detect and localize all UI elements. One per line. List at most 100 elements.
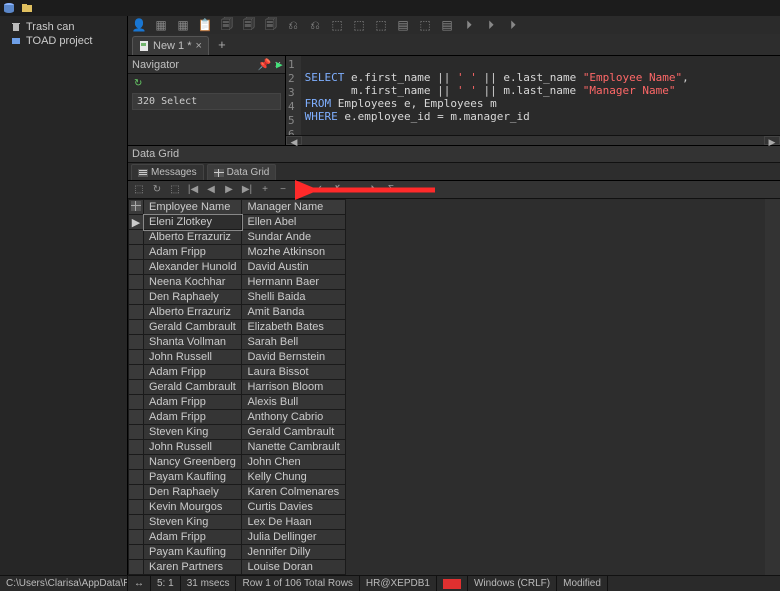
grid-cell[interactable]: Gerald Cambrault (144, 380, 242, 395)
editor-toolbtn-4[interactable]: 🗐 (218, 17, 236, 33)
table-row[interactable]: Neena KochharHermann Baer (129, 275, 346, 290)
grid-cell[interactable]: Nanette Cambrault (242, 440, 345, 455)
editor-toolbtn-7[interactable]: ⎌ (284, 17, 302, 33)
grid-cell[interactable]: David Bernstein (242, 350, 345, 365)
editor-toolbtn-8[interactable]: ⎌ (306, 17, 324, 33)
grid-toolbtn-15[interactable] (401, 183, 417, 197)
editor-code[interactable]: SELECT e.first_name || ' ' || e.last_nam… (301, 56, 693, 135)
table-row[interactable]: Gerald CambraultElizabeth Bates (129, 320, 346, 335)
grid-cell[interactable]: Hermann Baer (242, 275, 345, 290)
grid-cell[interactable]: Shanta Vollman (144, 335, 242, 350)
tab-datagrid[interactable]: Data Grid (207, 164, 277, 180)
table-row[interactable]: John RussellNanette Cambrault (129, 440, 346, 455)
editor-toolbtn-0[interactable]: 👤 (130, 17, 148, 33)
editor-toolbtn-9[interactable]: ⬚ (328, 17, 346, 33)
editor-toolbtn-13[interactable]: ⬚ (416, 17, 434, 33)
grid-col-header[interactable]: Employee Name (144, 200, 242, 215)
grid-cell[interactable]: David Austin (242, 260, 345, 275)
close-icon[interactable]: × (196, 40, 202, 52)
add-tab-button[interactable]: + (212, 37, 232, 52)
table-row[interactable]: Steven KingGerald Cambrault (129, 425, 346, 440)
grid-toolbtn-8[interactable]: − (275, 183, 291, 197)
grid-cell[interactable]: Nancy Greenberg (144, 455, 242, 470)
grid-toolbtn-12[interactable] (347, 183, 363, 197)
editor-toolbtn-2[interactable]: ▦ (174, 17, 192, 33)
editor-hscrollbar[interactable]: ◀▶ (286, 135, 780, 145)
table-row[interactable]: Adam FrippAlexis Bull (129, 395, 346, 410)
tree-item-project[interactable]: TOAD project (0, 34, 127, 48)
grid-cell[interactable]: Kevin Mourgos (144, 500, 242, 515)
editor-toolbtn-3[interactable]: 📋 (196, 17, 214, 33)
grid-cell[interactable]: Gerald Cambrault (144, 320, 242, 335)
grid-vscrollbar[interactable] (765, 199, 780, 575)
grid-toolbtn-6[interactable]: ▶| (239, 183, 255, 197)
table-row[interactable]: Karen PartnersLouise Doran (129, 560, 346, 575)
grid-toolbtn-0[interactable]: ⬚ (131, 183, 147, 197)
grid-cell[interactable]: Adam Fripp (144, 365, 242, 380)
table-row[interactable]: Adam FrippAnthony Cabrio (129, 410, 346, 425)
grid-cell[interactable]: Karen Colmenares (242, 485, 345, 500)
grid-toolbtn-1[interactable]: ↻ (149, 183, 165, 197)
table-row[interactable]: Nancy GreenbergJohn Chen (129, 455, 346, 470)
table-row[interactable]: Adam FrippMozhe Atkinson (129, 245, 346, 260)
grid-cell[interactable]: Adam Fripp (144, 530, 242, 545)
grid-toolbtn-2[interactable]: ⬚ (167, 183, 183, 197)
grid-cell[interactable]: John Russell (144, 350, 242, 365)
editor-toolbtn-5[interactable]: 🗐 (240, 17, 258, 33)
grid-toolbtn-3[interactable]: |◀ (185, 183, 201, 197)
grid-cell[interactable]: Den Raphaely (144, 485, 242, 500)
grid-cell[interactable]: Kelly Chung (242, 470, 345, 485)
editor-toolbtn-6[interactable]: 🗐 (262, 17, 280, 33)
grid-cell[interactable]: Jennifer Dilly (242, 545, 345, 560)
grid-cell[interactable]: Harrison Bloom (242, 380, 345, 395)
grid-cell[interactable]: Gerald Cambrault (242, 425, 345, 440)
grid-toolbtn-14[interactable]: Σ (383, 183, 399, 197)
db-icon[interactable] (0, 1, 18, 15)
grid-cell[interactable]: Amit Banda (242, 305, 345, 320)
grid-cell[interactable]: Anthony Cabrio (242, 410, 345, 425)
table-row[interactable]: Den RaphaelyKaren Colmenares (129, 485, 346, 500)
table-row[interactable]: Alberto ErrazurizSundar Ande (129, 230, 346, 245)
grid-cell[interactable]: Louise Doran (242, 560, 345, 575)
grid-cell[interactable]: Julia Dellinger (242, 530, 345, 545)
grid-cell[interactable]: Sundar Ande (242, 230, 345, 245)
table-row[interactable]: ▶Eleni ZlotkeyEllen Abel (129, 215, 346, 230)
sql-editor[interactable]: ▶123456 SELECT e.first_name || ' ' || e.… (286, 56, 780, 145)
table-row[interactable]: Steven KingLex De Haan (129, 515, 346, 530)
grid-cell[interactable]: Steven King (144, 515, 242, 530)
editor-toolbtn-1[interactable]: ▦ (152, 17, 170, 33)
grid-cell[interactable]: Elizabeth Bates (242, 320, 345, 335)
table-row[interactable]: Kevin MourgosCurtis Davies (129, 500, 346, 515)
grid-toolbtn-11[interactable]: ✗ (329, 183, 345, 197)
grid-cell[interactable]: Mozhe Atkinson (242, 245, 345, 260)
editor-toolbtn-17[interactable]: ⏵ (504, 17, 522, 33)
tree-item-trash[interactable]: Trash can (0, 20, 127, 34)
editor-toolbtn-15[interactable]: ⏵ (460, 17, 478, 33)
table-row[interactable]: Adam FrippJulia Dellinger (129, 530, 346, 545)
editor-toolbtn-16[interactable]: ⏵ (482, 17, 500, 33)
grid-cell[interactable]: Payam Kaufling (144, 545, 242, 560)
status-expand[interactable]: ↔ (128, 576, 151, 591)
table-row[interactable]: Payam KauflingKelly Chung (129, 470, 346, 485)
grid-cell[interactable]: Alexis Bull (242, 395, 345, 410)
grid-cell[interactable]: Steven King (144, 425, 242, 440)
editor-toolbtn-10[interactable]: ⬚ (350, 17, 368, 33)
tab-messages[interactable]: Messages (131, 164, 204, 180)
table-row[interactable]: Adam FrippLaura Bissot (129, 365, 346, 380)
table-row[interactable]: Alberto ErrazurizAmit Banda (129, 305, 346, 320)
grid-cell[interactable]: John Russell (144, 440, 242, 455)
grid-cell[interactable]: Eleni Zlotkey (144, 215, 242, 230)
grid-cell[interactable]: Sarah Bell (242, 335, 345, 350)
grid-cell[interactable]: Lex De Haan (242, 515, 345, 530)
table-row[interactable]: Den RaphaelyShelli Baida (129, 290, 346, 305)
grid-cell[interactable]: Payam Kaufling (144, 470, 242, 485)
grid-cell[interactable]: Ellen Abel (242, 215, 345, 230)
grid-toolbtn-7[interactable]: + (257, 183, 273, 197)
grid-cell[interactable]: Alexander Hunold (144, 260, 242, 275)
grid-cell[interactable]: Karen Partners (144, 560, 242, 575)
grid-cell[interactable]: Adam Fripp (144, 395, 242, 410)
grid-cell[interactable]: Adam Fripp (144, 410, 242, 425)
folder-icon[interactable] (18, 1, 36, 15)
grid-toolbtn-13[interactable]: ⏵ (365, 183, 381, 197)
grid-cell[interactable]: Curtis Davies (242, 500, 345, 515)
